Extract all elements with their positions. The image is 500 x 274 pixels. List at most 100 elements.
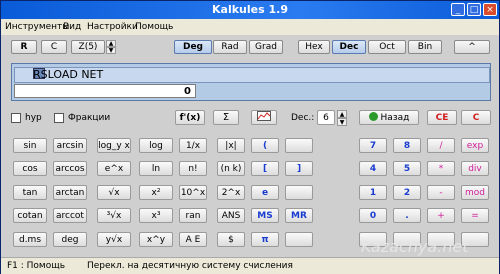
key-symbol-button[interactable]: $ bbox=[217, 232, 245, 247]
key-n-button[interactable]: n! bbox=[179, 161, 207, 176]
key-x-y-button[interactable]: x^y bbox=[139, 232, 173, 247]
menu-view[interactable]: Вид bbox=[63, 22, 81, 32]
key-8-button[interactable]: 8 bbox=[393, 138, 421, 153]
key-ans-button[interactable]: ANS bbox=[217, 208, 245, 223]
key-mod-button[interactable]: mod bbox=[461, 185, 489, 200]
key-symbol-button[interactable]: = bbox=[461, 208, 489, 223]
key-symbol-button[interactable]: ( bbox=[251, 138, 279, 153]
register-button[interactable]: R bbox=[11, 40, 37, 54]
collapse-button[interactable]: ^ bbox=[454, 40, 490, 54]
bin-mode-button[interactable]: Bin bbox=[408, 40, 442, 54]
hex-mode-button[interactable]: Hex bbox=[298, 40, 330, 54]
key-blank-button[interactable] bbox=[285, 138, 313, 153]
hyp-label: hyp bbox=[25, 113, 42, 123]
key-symbol-button[interactable]: / bbox=[427, 138, 455, 153]
key-10-x-button[interactable]: 10^x bbox=[179, 185, 207, 200]
key-arccot-button[interactable]: arccot bbox=[53, 208, 87, 223]
function-button[interactable]: f'(x) bbox=[175, 110, 205, 125]
decimals-spin-up-icon[interactable]: ▲ bbox=[337, 110, 347, 118]
key-symbol-button[interactable]: [ bbox=[251, 161, 279, 176]
oct-mode-button[interactable]: Oct bbox=[368, 40, 406, 54]
back-arrow-icon bbox=[368, 112, 378, 121]
c-button[interactable]: C bbox=[461, 110, 491, 125]
key-e-x-button[interactable]: e^x bbox=[97, 161, 131, 176]
key-x-button[interactable]: x² bbox=[139, 185, 173, 200]
key-ran-button[interactable]: ran bbox=[179, 208, 207, 223]
key-4-button[interactable]: 4 bbox=[359, 161, 387, 176]
key-cotan-button[interactable]: cotan bbox=[13, 208, 47, 223]
back-button-label: Назад bbox=[380, 113, 410, 123]
graph-button[interactable] bbox=[251, 110, 277, 125]
z-spin-up-icon[interactable]: ▲ bbox=[106, 40, 116, 47]
expression-field[interactable]: RSLOAD NET bbox=[14, 67, 490, 83]
back-button[interactable]: Назад bbox=[359, 110, 419, 125]
rad-mode-button[interactable]: Rad bbox=[213, 40, 247, 54]
hyp-checkbox[interactable] bbox=[11, 113, 21, 123]
watermark-text: Kazachya.net bbox=[361, 237, 469, 256]
key-log-y-x-button[interactable]: log_y x bbox=[97, 138, 131, 153]
key-1-x-button[interactable]: 1/x bbox=[179, 138, 207, 153]
key-7-button[interactable]: 7 bbox=[359, 138, 387, 153]
key-x-button[interactable]: ³√x bbox=[97, 208, 131, 223]
key-cos-button[interactable]: cos bbox=[13, 161, 47, 176]
key-2-x-button[interactable]: 2^x bbox=[217, 185, 245, 200]
key-5-button[interactable]: 5 bbox=[393, 161, 421, 176]
key-symbol-button[interactable]: π bbox=[251, 232, 279, 247]
ce-button[interactable]: CE bbox=[427, 110, 457, 125]
key-div-button[interactable]: div bbox=[461, 161, 489, 176]
sum-button[interactable]: Σ bbox=[213, 110, 239, 125]
key-symbol-button[interactable]: ] bbox=[285, 161, 313, 176]
key-symbol-button[interactable]: . bbox=[393, 208, 421, 223]
menu-help[interactable]: Помощь bbox=[135, 22, 173, 32]
key-ln-button[interactable]: ln bbox=[139, 161, 173, 176]
key-arccos-button[interactable]: arccos bbox=[53, 161, 87, 176]
menu-settings[interactable]: Настройки bbox=[87, 22, 138, 32]
key-n-k-button[interactable]: (n k) bbox=[217, 161, 245, 176]
clear-memory-button[interactable]: C bbox=[41, 40, 67, 54]
key-tan-button[interactable]: tan bbox=[13, 185, 47, 200]
key-symbol-button[interactable]: - bbox=[427, 185, 455, 200]
key-blank-button[interactable] bbox=[285, 232, 313, 247]
close-button[interactable]: × bbox=[483, 3, 497, 16]
key-2-button[interactable]: 2 bbox=[393, 185, 421, 200]
key-d-ms-button[interactable]: d.ms bbox=[13, 232, 47, 247]
title-bar: Kalkules 1.9 _ □ × bbox=[1, 1, 499, 19]
status-message: Перекл. на десятичную систему счисления bbox=[87, 261, 293, 271]
key-x-button[interactable]: x³ bbox=[139, 208, 173, 223]
key-symbol-button[interactable]: + bbox=[427, 208, 455, 223]
graph-icon bbox=[257, 111, 271, 121]
key-exp-button[interactable]: exp bbox=[461, 138, 489, 153]
menu-tools[interactable]: Инструменты bbox=[5, 22, 69, 32]
deg-mode-button[interactable]: Deg bbox=[174, 40, 212, 54]
window-title: Kalkules 1.9 bbox=[212, 3, 288, 16]
key-e-button[interactable]: e bbox=[251, 185, 279, 200]
decimals-input[interactable]: 6 bbox=[317, 110, 335, 125]
expression-text: RSLOAD NET bbox=[33, 68, 104, 81]
key-mr-button[interactable]: MR bbox=[285, 208, 313, 223]
key-x-button[interactable]: √x bbox=[97, 185, 131, 200]
status-help: F1 : Помощь bbox=[7, 261, 66, 271]
maximize-button[interactable]: □ bbox=[467, 3, 481, 16]
key-1-button[interactable]: 1 bbox=[359, 185, 387, 200]
minimize-button[interactable]: _ bbox=[451, 3, 465, 16]
grad-mode-button[interactable]: Grad bbox=[249, 40, 283, 54]
key-a-e-button[interactable]: A E bbox=[179, 232, 207, 247]
key-arctan-button[interactable]: arctan bbox=[53, 185, 87, 200]
key-x-button[interactable]: |x| bbox=[217, 138, 245, 153]
key-log-button[interactable]: log bbox=[139, 138, 173, 153]
dec-mode-button[interactable]: Dec bbox=[332, 40, 366, 54]
decimals-label: Dec.: bbox=[291, 113, 315, 123]
key-deg-button[interactable]: deg bbox=[53, 232, 87, 247]
key-arcsin-button[interactable]: arcsin bbox=[53, 138, 87, 153]
key-y-x-button[interactable]: y√x bbox=[97, 232, 131, 247]
key-symbol-button[interactable]: * bbox=[427, 161, 455, 176]
key-ms-button[interactable]: MS bbox=[251, 208, 279, 223]
z-memory-button[interactable]: Z(5) bbox=[71, 40, 105, 54]
status-bar: F1 : Помощь Перекл. на десятичную систем… bbox=[1, 257, 499, 274]
decimals-spin-down-icon[interactable]: ▼ bbox=[337, 118, 347, 126]
key-0-button[interactable]: 0 bbox=[359, 208, 387, 223]
key-blank-button[interactable] bbox=[285, 185, 313, 200]
z-spin-down-icon[interactable]: ▼ bbox=[106, 47, 116, 54]
key-sin-button[interactable]: sin bbox=[13, 138, 47, 153]
fractions-checkbox[interactable] bbox=[54, 113, 64, 123]
